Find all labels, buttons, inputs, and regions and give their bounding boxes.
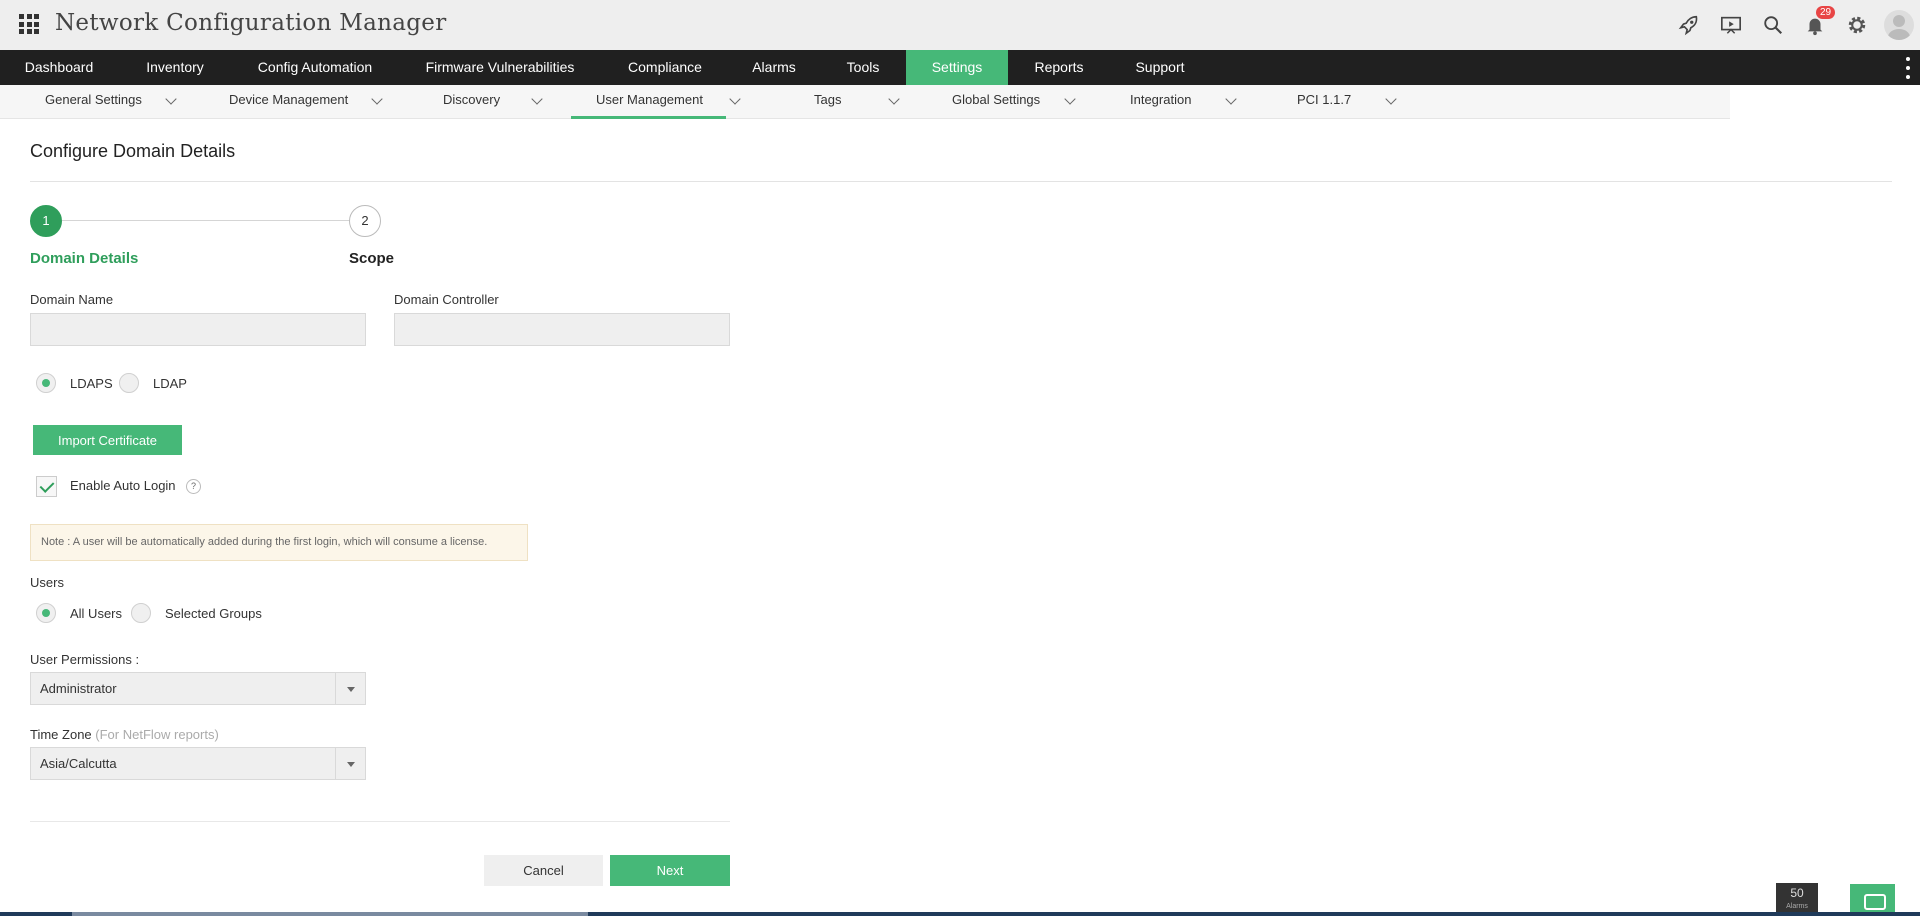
subnav-item-pci[interactable]: PCI 1.1.7 [1297, 85, 1397, 119]
selected-groups-radio-label: Selected Groups [165, 606, 262, 621]
subnav-item-tags[interactable]: Tags [814, 85, 904, 119]
nav-item-settings[interactable]: Settings [906, 50, 1008, 85]
title-divider [30, 181, 1892, 182]
main-nav: Dashboard Inventory Config Automation Fi… [0, 50, 1920, 85]
notification-badge: 29 [1816, 6, 1836, 19]
time-zone-label-text: Time Zone [30, 727, 92, 742]
subnav-item-general-settings[interactable]: General Settings [45, 85, 185, 119]
subnav-item-global-settings[interactable]: Global Settings [952, 85, 1077, 119]
license-note: Note : A user will be automatically adde… [30, 524, 528, 561]
subnav-label: General Settings [45, 92, 142, 107]
next-button[interactable]: Next [610, 855, 730, 886]
subnav-item-user-management[interactable]: User Management [571, 85, 741, 119]
enable-auto-login-label: Enable Auto Login [70, 478, 176, 493]
domain-name-input[interactable] [30, 313, 366, 346]
form-footer-divider [30, 821, 730, 822]
nav-item-inventory[interactable]: Inventory [118, 50, 232, 85]
chevron-down-icon [531, 93, 543, 105]
subnav-item-discovery[interactable]: Discovery [443, 85, 543, 119]
help-icon[interactable]: ? [186, 479, 201, 494]
time-zone-hint: (For NetFlow reports) [95, 727, 219, 742]
all-users-radio[interactable] [36, 603, 56, 623]
wizard-step-2-label: Scope [349, 250, 395, 267]
chevron-down-icon [729, 93, 741, 105]
chevron-down-icon [1225, 93, 1237, 105]
nav-item-support[interactable]: Support [1110, 50, 1210, 85]
bell-icon[interactable]: 29 [1794, 0, 1836, 50]
rocket-icon[interactable] [1668, 0, 1710, 50]
time-zone-select[interactable]: Asia/Calcutta [30, 747, 366, 780]
status-strip-segment [72, 912, 588, 916]
enable-auto-login-checkbox[interactable] [36, 476, 57, 497]
domain-controller-label: Domain Controller [394, 292, 499, 307]
sub-nav: General Settings Device Management Disco… [0, 85, 1730, 119]
ldaps-radio[interactable] [36, 373, 56, 393]
presentation-icon[interactable] [1710, 0, 1752, 50]
header-icons: 29 [1668, 0, 1920, 50]
alarm-count: 50 [1790, 886, 1804, 900]
subnav-label: PCI 1.1.7 [1297, 92, 1352, 107]
user-permissions-value: Administrator [40, 681, 117, 696]
nav-item-config-automation[interactable]: Config Automation [232, 50, 398, 85]
wizard-step-connector [62, 220, 350, 221]
ldap-radio[interactable] [119, 373, 139, 393]
wizard-step-2-circle[interactable]: 2 [349, 205, 381, 237]
subnav-label: Device Management [229, 92, 349, 107]
subnav-label: Integration [1130, 92, 1192, 107]
subnav-label: Global Settings [952, 92, 1041, 107]
user-permissions-label: User Permissions : [30, 652, 140, 667]
app-title: Network Configuration Manager [55, 10, 447, 36]
wizard-step-1-circle[interactable]: 1 [30, 205, 62, 237]
nav-item-firmware-vulnerabilities[interactable]: Firmware Vulnerabilities [398, 50, 602, 85]
dropdown-arrow-icon [335, 748, 365, 779]
chevron-down-icon [1064, 93, 1076, 105]
subnav-item-integration[interactable]: Integration [1130, 85, 1240, 119]
nav-item-dashboard[interactable]: Dashboard [0, 50, 118, 85]
all-users-radio-label: All Users [70, 606, 123, 621]
nav-item-tools[interactable]: Tools [820, 50, 906, 85]
nav-item-alarms[interactable]: Alarms [728, 50, 820, 85]
ldaps-radio-label: LDAPS [70, 376, 113, 391]
nav-item-compliance[interactable]: Compliance [602, 50, 728, 85]
apps-grid-icon[interactable] [19, 14, 39, 34]
subnav-label: User Management [596, 92, 703, 107]
chevron-down-icon [888, 93, 900, 105]
users-label: Users [30, 575, 64, 590]
alarms-counter[interactable]: 50 Alarms [1776, 883, 1818, 913]
time-zone-value: Asia/Calcutta [40, 756, 117, 771]
user-permissions-select[interactable]: Administrator [30, 672, 366, 705]
top-header: Network Configuration Manager 29 [0, 0, 1920, 50]
search-icon[interactable] [1752, 0, 1794, 50]
subnav-item-device-management[interactable]: Device Management [229, 85, 389, 119]
gear-icon[interactable] [1836, 0, 1878, 50]
cancel-button[interactable]: Cancel [484, 855, 603, 886]
dropdown-arrow-icon [335, 673, 365, 704]
chevron-down-icon [1385, 93, 1397, 105]
bottom-status-strip [0, 912, 1920, 916]
chevron-down-icon [165, 93, 177, 105]
more-menu-icon[interactable] [1906, 57, 1910, 79]
page-title: Configure Domain Details [30, 141, 236, 161]
subnav-label: Discovery [443, 92, 501, 107]
ldap-radio-label: LDAP [153, 376, 187, 391]
domain-name-label: Domain Name [30, 292, 114, 307]
subnav-label: Tags [814, 92, 842, 107]
avatar-button[interactable] [1878, 0, 1920, 50]
selected-groups-radio[interactable] [131, 603, 151, 623]
wizard-step-1-label: Domain Details [30, 250, 139, 267]
import-certificate-button[interactable]: Import Certificate [33, 425, 182, 455]
avatar [1884, 10, 1914, 40]
time-zone-label: Time Zone (For NetFlow reports) [30, 727, 219, 742]
domain-controller-input[interactable] [394, 313, 730, 346]
chevron-down-icon [371, 93, 383, 105]
nav-item-reports[interactable]: Reports [1008, 50, 1110, 85]
